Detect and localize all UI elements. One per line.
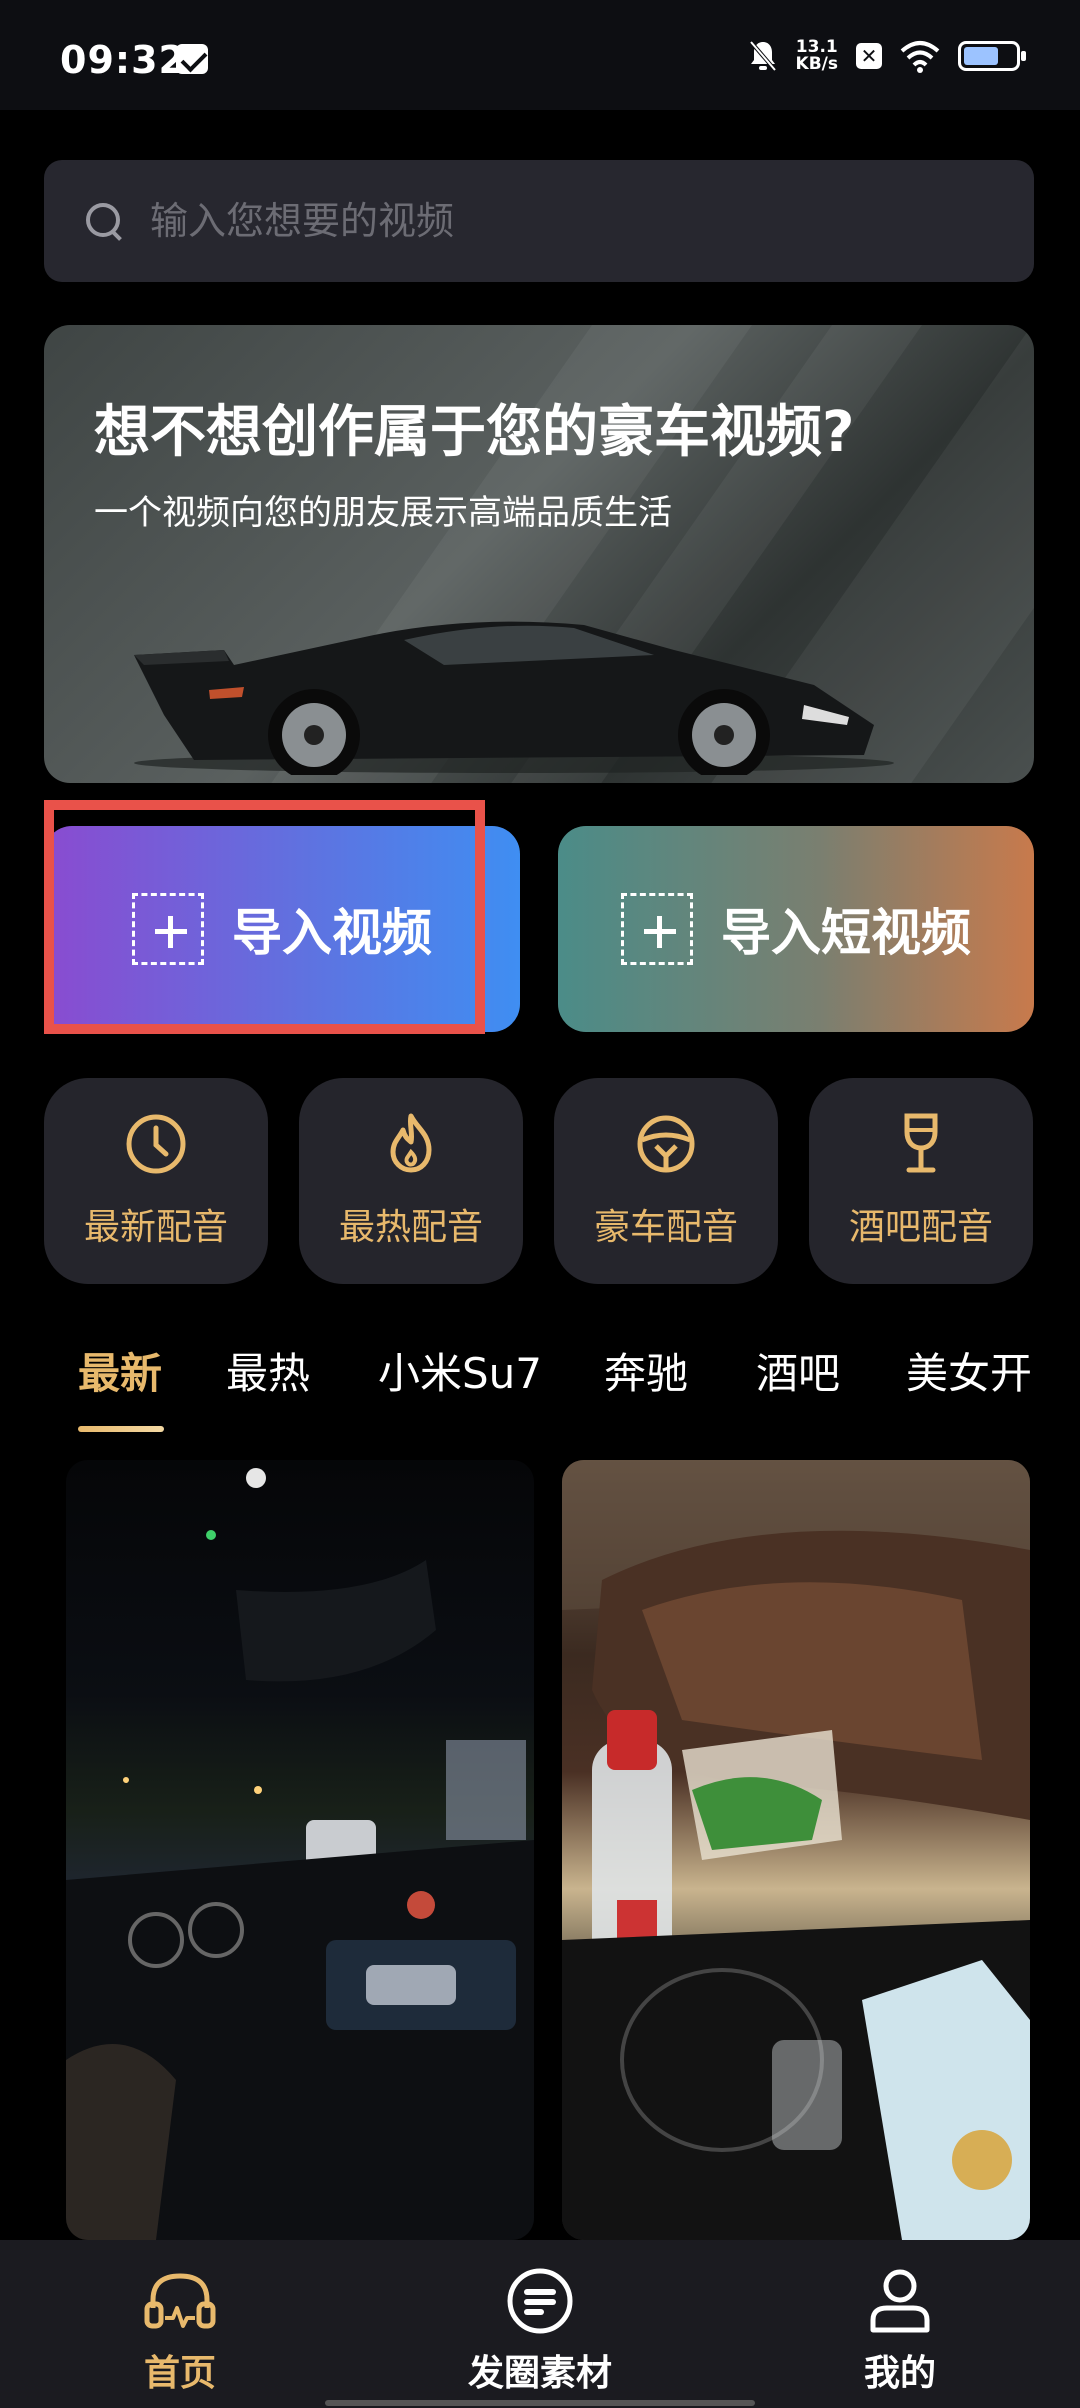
category-label: 豪车配音 [593,1207,738,1248]
banner-title: 想不想创作属于您的豪车视频? [94,400,855,465]
mute-bell-icon [749,40,777,72]
tab-hottest[interactable]: 最热 [226,1340,310,1401]
nav-label: 发圈素材 [467,2353,612,2394]
category-label: 最热配音 [338,1207,483,1248]
category-latest-dubbing[interactable]: 最新配音 [44,1078,268,1284]
message-icon [176,44,208,74]
wine-glass-icon [904,1113,938,1173]
video-thumbnail[interactable] [562,1460,1030,2240]
dinner-table-image [562,1460,1030,2240]
nav-mine[interactable]: 我的 [790,2264,1010,2396]
nav-home[interactable]: 首页 [70,2264,290,2396]
status-icons: 13.1 KB/s ✕ [748,36,1026,76]
clock-icon [126,1114,186,1174]
import-video-label: 导入视频 [232,904,432,962]
import-short-video-label: 导入短视频 [721,904,971,962]
search-input[interactable] [150,199,1034,243]
add-icon [132,893,204,965]
status-bar: 09:32 13.1 KB/s ✕ [0,0,1080,110]
tab-latest[interactable]: 最新 [78,1340,162,1401]
category-label: 酒吧配音 [848,1207,993,1248]
tab-xiaomi-su7[interactable]: 小米Su7 [378,1340,542,1401]
user-icon [870,2269,930,2333]
banner-subtitle: 一个视频向您的朋友展示高端品质生活 [94,493,672,533]
nav-label: 我的 [863,2353,936,2394]
category-label: 最新配音 [83,1207,228,1248]
promo-banner[interactable]: 想不想创作属于您的豪车视频? 一个视频向您的朋友展示高端品质生活 [44,325,1034,783]
home-headphone-icon [144,2273,216,2329]
material-list-icon [507,2268,573,2334]
night-driving-image [66,1468,534,2240]
search-icon [84,201,124,241]
category-tabs: 最新 最热 小米Su7 奔驰 酒吧 美女开 [0,1340,1080,1430]
video-thumbnail[interactable] [66,1460,534,2240]
nav-material[interactable]: 发圈素材 [430,2264,650,2396]
sports-car-image [134,621,894,775]
steering-wheel-icon [637,1115,695,1173]
import-short-video-button[interactable]: 导入短视频 [558,826,1034,1032]
search-bar[interactable] [44,160,1034,282]
battery-icon [958,41,1026,71]
status-time: 09:32 [60,38,186,82]
active-tab-indicator [78,1426,164,1432]
bottom-navigation: 首页 发圈素材 我的 [0,2240,1080,2408]
tab-bar[interactable]: 酒吧 [756,1340,840,1401]
sim-off-icon: ✕ [856,43,882,69]
tab-beauty-driving[interactable]: 美女开 [906,1340,1032,1401]
wifi-icon [900,41,940,73]
category-hot-dubbing[interactable]: 最热配音 [299,1078,523,1284]
flame-icon [390,1113,432,1173]
category-luxury-car-dubbing[interactable]: 豪车配音 [554,1078,778,1284]
net-speed-unit: KB/s [795,54,838,74]
home-indicator[interactable] [325,2400,755,2406]
import-video-button[interactable]: 导入视频 [44,826,520,1032]
net-speed: 13.1 KB/s [796,39,838,73]
add-icon [621,893,693,965]
tab-benz[interactable]: 奔驰 [604,1340,688,1401]
nav-label: 首页 [143,2353,216,2394]
category-bar-dubbing[interactable]: 酒吧配音 [809,1078,1033,1284]
